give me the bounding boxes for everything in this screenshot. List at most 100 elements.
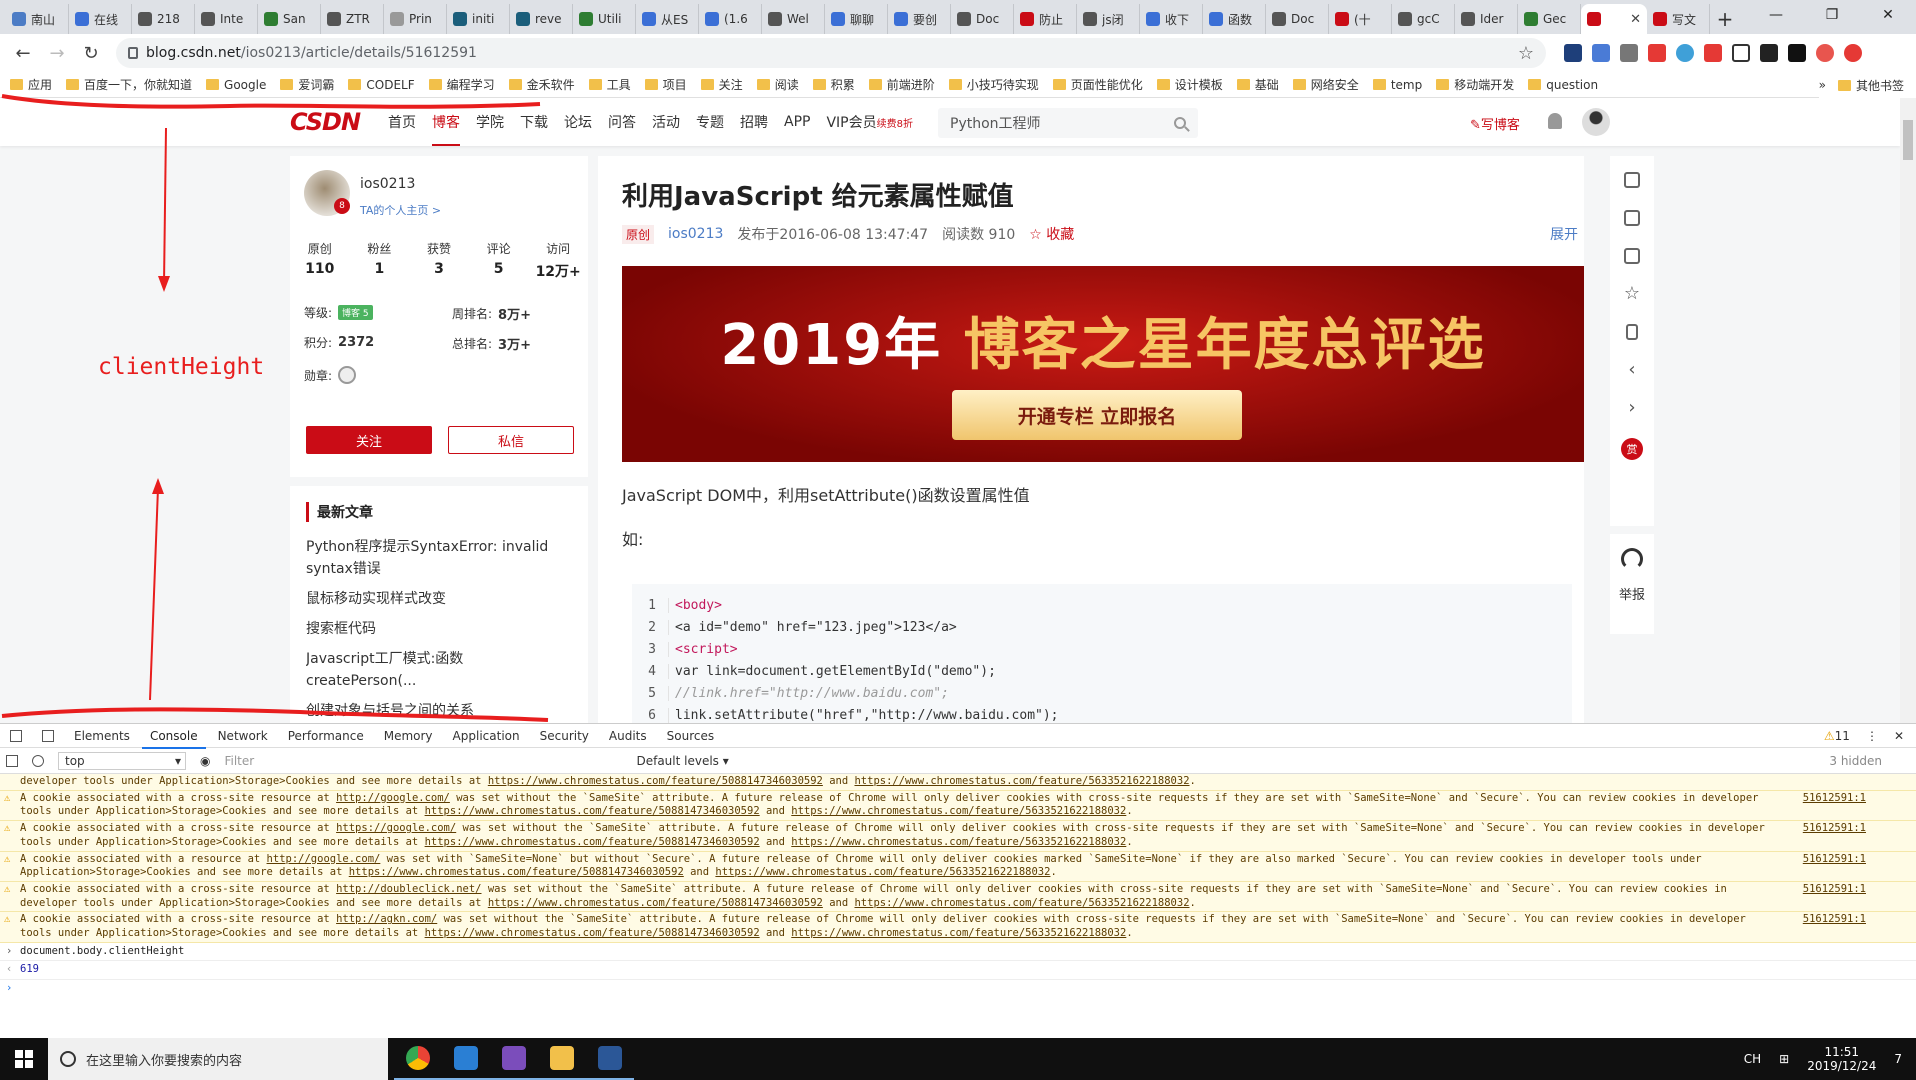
extension-icon[interactable] bbox=[1760, 44, 1778, 62]
browser-tab[interactable]: Utili bbox=[573, 4, 636, 34]
recent-article-link[interactable]: 创建对象与括号之间的关系 bbox=[306, 700, 572, 722]
browser-tab[interactable]: 函数 bbox=[1203, 4, 1266, 34]
other-bookmarks[interactable]: 其他书签 bbox=[1837, 77, 1904, 94]
nav-item[interactable]: 招聘 bbox=[740, 112, 768, 132]
devtools-tab[interactable]: Console bbox=[141, 729, 206, 749]
browser-tab[interactable]: 218 bbox=[132, 4, 195, 34]
console-link[interactable]: https://www.chromestatus.com/feature/508… bbox=[349, 866, 684, 878]
bookmark-star-icon[interactable]: ☆ bbox=[1518, 43, 1534, 64]
nav-item[interactable]: 活动 bbox=[652, 112, 680, 132]
article-author[interactable]: ios0213 bbox=[668, 226, 723, 242]
browser-tab[interactable]: gcC bbox=[1392, 4, 1455, 34]
browser-tab[interactable]: (十 bbox=[1329, 4, 1392, 34]
bookmarks-more-icon[interactable]: » bbox=[1819, 78, 1826, 92]
console-link[interactable]: https://www.chromestatus.com/feature/563… bbox=[854, 775, 1189, 787]
devtools-tab[interactable]: Memory bbox=[384, 729, 433, 743]
file-explorer-app-icon[interactable] bbox=[538, 1038, 586, 1080]
back-icon[interactable]: ← bbox=[8, 38, 38, 68]
console-link[interactable]: https://www.chromestatus.com/feature/508… bbox=[488, 775, 823, 787]
clear-console-icon[interactable] bbox=[32, 754, 44, 767]
nav-item[interactable]: 学院 bbox=[476, 112, 504, 132]
prev-arrow-icon[interactable]: ‹ bbox=[1628, 361, 1635, 379]
clock[interactable]: 11:51 2019/12/24 bbox=[1807, 1045, 1876, 1073]
extension-icon[interactable] bbox=[1732, 44, 1750, 62]
search-icon[interactable] bbox=[1174, 117, 1186, 129]
browser-tab[interactable]: Gec bbox=[1518, 4, 1581, 34]
reload-icon[interactable]: ↻ bbox=[76, 38, 106, 68]
eye-icon[interactable]: ◉ bbox=[200, 754, 210, 768]
bookmark-item[interactable]: 页面性能优化 bbox=[1052, 76, 1143, 93]
console-link[interactable]: http://agkn.com/ bbox=[336, 913, 437, 925]
browser-tab[interactable]: Inte bbox=[195, 4, 258, 34]
medal-icon[interactable] bbox=[338, 366, 357, 384]
bookmark-item[interactable]: Google bbox=[206, 78, 266, 92]
devtools-tab[interactable]: Security bbox=[540, 729, 589, 743]
console-link[interactable]: https://www.chromestatus.com/feature/508… bbox=[425, 927, 760, 939]
browser-tab[interactable]: initi bbox=[447, 4, 510, 34]
browser-tab[interactable]: (1.6 bbox=[699, 4, 762, 34]
console-link[interactable]: https://www.chromestatus.com/feature/508… bbox=[488, 897, 823, 909]
stat-item[interactable]: 原创 110 bbox=[290, 240, 350, 281]
bookmark-item[interactable]: 设计模板 bbox=[1156, 76, 1223, 93]
csdn-logo[interactable]: CSDN bbox=[290, 108, 361, 136]
browser-tab[interactable]: 写文 bbox=[1647, 4, 1710, 34]
recent-article-link[interactable]: Javascript工厂模式:函数createPerson(... bbox=[306, 648, 572, 692]
expand-link[interactable]: 展开 bbox=[1550, 224, 1578, 244]
extension-icon[interactable] bbox=[1620, 44, 1638, 62]
author-home-link[interactable]: TA的个人主页 > bbox=[360, 202, 441, 218]
forward-icon[interactable]: → bbox=[42, 38, 72, 68]
bookmark-item[interactable]: question bbox=[1528, 78, 1598, 92]
ime-icon[interactable]: ⊞ bbox=[1779, 1052, 1789, 1066]
recent-article-link[interactable]: 搜索框代码 bbox=[306, 618, 572, 640]
console-link[interactable]: https://www.chromestatus.com/feature/563… bbox=[715, 866, 1050, 878]
restore-button[interactable]: ❐ bbox=[1804, 0, 1860, 30]
word-app-icon[interactable] bbox=[586, 1038, 634, 1080]
browser-tab[interactable]: 收下 bbox=[1140, 4, 1203, 34]
devtools-tab[interactable]: Network bbox=[218, 729, 268, 743]
browser-tab[interactable]: Wel bbox=[762, 4, 825, 34]
bookmark-item[interactable]: 前端进阶 bbox=[868, 76, 935, 93]
stat-item[interactable]: 获赞 3 bbox=[409, 240, 469, 281]
bookmark-item[interactable]: temp bbox=[1372, 78, 1422, 92]
bookmark-item[interactable]: 积累 bbox=[812, 76, 855, 93]
extension-icon[interactable] bbox=[1564, 44, 1582, 62]
author-avatar[interactable]: 8 bbox=[304, 170, 350, 216]
follow-button[interactable]: 关注 bbox=[306, 426, 432, 454]
console-prompt-input[interactable] bbox=[0, 980, 1916, 998]
stat-item[interactable]: 粉丝 1 bbox=[350, 240, 410, 281]
extension-icon[interactable] bbox=[1844, 44, 1862, 62]
mobile-icon[interactable] bbox=[1626, 324, 1638, 340]
like-icon[interactable] bbox=[1624, 172, 1640, 188]
recent-article-link[interactable]: 鼠标移动实现样式改变 bbox=[306, 588, 572, 610]
comment-icon[interactable] bbox=[1624, 248, 1640, 264]
bookmark-item[interactable]: 爱词霸 bbox=[280, 76, 334, 93]
start-button[interactable] bbox=[0, 1050, 48, 1068]
browser-tab[interactable]: Doc bbox=[951, 4, 1014, 34]
extension-icon[interactable] bbox=[1592, 44, 1610, 62]
close-window-button[interactable]: ✕ bbox=[1860, 0, 1916, 30]
browser-tab[interactable]: Prin bbox=[384, 4, 447, 34]
bookmark-item[interactable]: 关注 bbox=[700, 76, 743, 93]
browser-tab[interactable]: San bbox=[258, 4, 321, 34]
banner-cta-button[interactable]: 开通专栏 立即报名 bbox=[952, 390, 1242, 440]
bookmark-item[interactable]: CODELF bbox=[348, 78, 415, 92]
console-source-link[interactable]: 51612591:1 bbox=[1803, 822, 1866, 836]
warning-count[interactable]: 11 bbox=[1824, 729, 1850, 743]
browser-tab[interactable]: Doc bbox=[1266, 4, 1329, 34]
new-tab-button[interactable]: + bbox=[1710, 4, 1740, 34]
bookmark-item[interactable]: 基础 bbox=[1236, 76, 1279, 93]
sidebar-toggle-icon[interactable] bbox=[6, 754, 18, 767]
browser-tab[interactable]: ZTR bbox=[321, 4, 384, 34]
share-icon[interactable] bbox=[1624, 210, 1640, 226]
bookmark-item[interactable]: 小技巧待实现 bbox=[948, 76, 1039, 93]
stat-item[interactable]: 访问 12万+ bbox=[528, 240, 588, 281]
headset-icon[interactable] bbox=[1621, 548, 1643, 570]
log-levels-select[interactable]: Default levels ▾ bbox=[636, 754, 728, 768]
devtools-tab[interactable]: Elements bbox=[74, 729, 130, 743]
bookmark-item[interactable]: 金禾软件 bbox=[508, 76, 575, 93]
chrome-app-icon[interactable] bbox=[394, 1038, 442, 1080]
bookmark-item[interactable]: 百度一下，你就知道 bbox=[66, 76, 192, 93]
notification-badge[interactable]: 7 bbox=[1894, 1052, 1902, 1066]
language-indicator[interactable]: CH bbox=[1744, 1052, 1761, 1066]
browser-tab[interactable]: js闭 bbox=[1077, 4, 1140, 34]
